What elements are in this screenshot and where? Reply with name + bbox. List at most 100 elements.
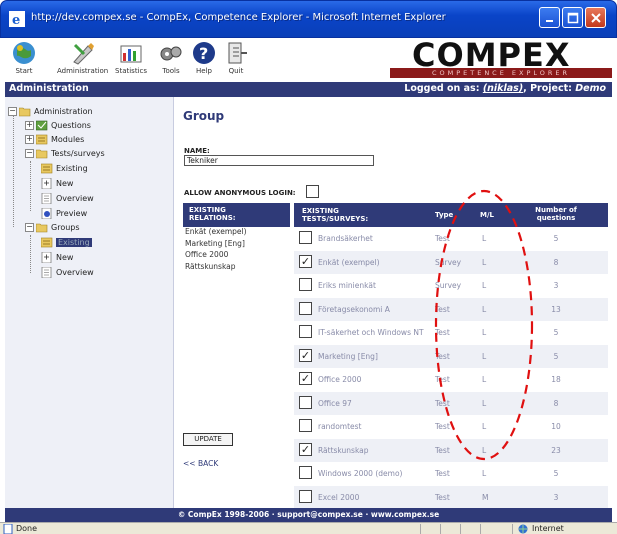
sidebar-item-new[interactable]: New: [41, 178, 73, 189]
back-link[interactable]: << BACK: [183, 459, 218, 468]
relations-header-line1: EXISTING: [189, 206, 226, 214]
anonymous-login-label: ALLOW ANONYMOUS LOGIN:: [184, 189, 296, 197]
sidebar-item-groups-overview[interactable]: Overview: [41, 267, 94, 278]
test-question-count: 8: [553, 257, 559, 267]
test-checkbox[interactable]: [299, 395, 312, 409]
sidebar-item-administration[interactable]: − Administration: [8, 106, 93, 117]
test-name: Windows 2000 (demo): [318, 469, 403, 478]
tools-icon: [160, 46, 182, 61]
sidebar-item-groups-existing[interactable]: Existing: [41, 237, 92, 248]
collapse-toggle[interactable]: −: [25, 223, 34, 232]
test-checkbox[interactable]: [299, 301, 312, 315]
sidebar-item-existing[interactable]: Existing: [41, 163, 88, 174]
test-question-count: 5: [553, 351, 559, 361]
help-label: Help: [196, 67, 212, 75]
test-question-count: 13: [551, 304, 561, 314]
sidebar-item-groups[interactable]: − Groups: [25, 222, 80, 233]
window-title: http://dev.compex.se - CompEx, Competenc…: [31, 12, 446, 23]
test-question-count: 5: [553, 469, 559, 478]
test-checkbox[interactable]: [299, 325, 312, 338]
test-name: Office 97: [318, 398, 352, 408]
test-question-count: 8: [553, 398, 559, 408]
test-checkbox[interactable]: [299, 231, 312, 244]
collapse-toggle[interactable]: −: [25, 149, 34, 158]
statistics-button[interactable]: Statistics: [115, 40, 147, 75]
test-checkbox[interactable]: [299, 278, 312, 291]
sidebar-item-preview[interactable]: Preview: [41, 208, 87, 219]
quit-button[interactable]: Quit: [223, 40, 249, 75]
relations-header-line2: RELATIONS:: [189, 214, 236, 222]
project-name: Demo: [575, 83, 606, 94]
update-button[interactable]: UPDATE: [183, 433, 233, 446]
folder-open-icon: [19, 107, 31, 117]
annotation-ellipse: [434, 189, 534, 461]
test-type: Test: [435, 492, 450, 502]
relation-item: Marketing [Eng]: [185, 238, 245, 248]
help-button[interactable]: ? Help: [191, 40, 217, 75]
logged-prefix: Logged on as:: [404, 83, 483, 94]
sidebar-label: Tests/surveys: [51, 149, 105, 158]
test-question-count: 10: [551, 422, 561, 431]
expand-toggle[interactable]: +: [25, 121, 34, 130]
test-row: Excel 2000 Test M 3: [294, 485, 608, 509]
relations-header: EXISTING RELATIONS:: [183, 203, 290, 227]
test-question-count: 18: [551, 375, 561, 384]
page-footer: © CompEx 1998-2006 · support@compex.se ·…: [5, 508, 612, 522]
test-ml: M: [482, 492, 489, 502]
test-checkbox[interactable]: ✓: [299, 372, 312, 385]
test-checkbox[interactable]: [299, 489, 312, 503]
name-input[interactable]: Tekniker: [184, 155, 374, 166]
tools-button[interactable]: Tools: [158, 40, 184, 75]
test-name: IT-säkerhet och Windows NT: [318, 328, 424, 337]
sidebar-item-overview[interactable]: Overview: [41, 193, 94, 204]
expand-toggle[interactable]: +: [25, 135, 34, 144]
test-name: Enkät (exempel): [318, 257, 380, 267]
sidebar-item-modules[interactable]: + Modules: [25, 134, 84, 145]
test-name: Office 2000: [318, 375, 362, 384]
collapse-toggle[interactable]: −: [8, 107, 17, 116]
window-title-bar[interactable]: e http://dev.compex.se - CompEx, Compete…: [0, 0, 617, 38]
test-name: Marketing [Eng]: [318, 351, 378, 361]
quit-label: Quit: [228, 67, 244, 75]
list-icon: [41, 237, 53, 248]
test-question-count: 5: [553, 328, 559, 337]
anonymous-login-checkbox[interactable]: [306, 185, 319, 198]
test-checkbox[interactable]: [299, 466, 312, 479]
sidebar-item-tests-surveys[interactable]: − Tests/surveys: [25, 148, 105, 159]
sidebar-item-groups-new[interactable]: New: [41, 252, 73, 263]
sidebar-label: Overview: [56, 268, 94, 277]
close-icon: [590, 12, 601, 23]
overview-icon: [41, 193, 52, 204]
administration-button[interactable]: Administration: [57, 40, 108, 75]
modules-icon: [36, 134, 48, 145]
folder-open-icon: [36, 223, 48, 233]
start-button[interactable]: Start: [11, 40, 37, 75]
test-checkbox[interactable]: ✓: [299, 348, 312, 362]
svg-text:?: ?: [199, 44, 208, 63]
user-link[interactable]: (niklas): [483, 83, 523, 94]
sidebar-label: Overview: [56, 194, 94, 203]
relation-item: Office 2000: [185, 250, 229, 259]
test-name: Brandsäkerhet: [318, 234, 373, 243]
minimize-button[interactable]: [539, 7, 560, 28]
sidebar-item-questions[interactable]: + Questions: [25, 120, 91, 131]
project-prefix: , Project:: [523, 83, 576, 94]
status-bar: Done Internet: [0, 522, 617, 534]
tests-header-line1: EXISTING: [302, 207, 339, 215]
relation-item: Rättskunskap: [185, 261, 236, 271]
col-nq-header-line2: questions: [536, 214, 576, 222]
test-checkbox[interactable]: ✓: [299, 254, 312, 268]
col-nq-header-line1: Number of: [535, 206, 577, 214]
sidebar-label: Groups: [51, 223, 80, 232]
statistics-icon: [120, 45, 142, 63]
logo-subtitle: COMPETENCE EXPLORER: [390, 68, 612, 78]
test-question-count: 3: [553, 492, 559, 502]
tests-header-line2: TESTS/SURVEYS:: [302, 215, 369, 223]
test-checkbox[interactable]: ✓: [299, 442, 312, 456]
maximize-button[interactable]: [562, 7, 583, 28]
test-name: Excel 2000: [318, 492, 360, 502]
test-checkbox[interactable]: [299, 419, 312, 432]
test-type: Test: [435, 469, 450, 478]
close-button[interactable]: [585, 7, 606, 28]
questions-icon: [36, 120, 48, 131]
